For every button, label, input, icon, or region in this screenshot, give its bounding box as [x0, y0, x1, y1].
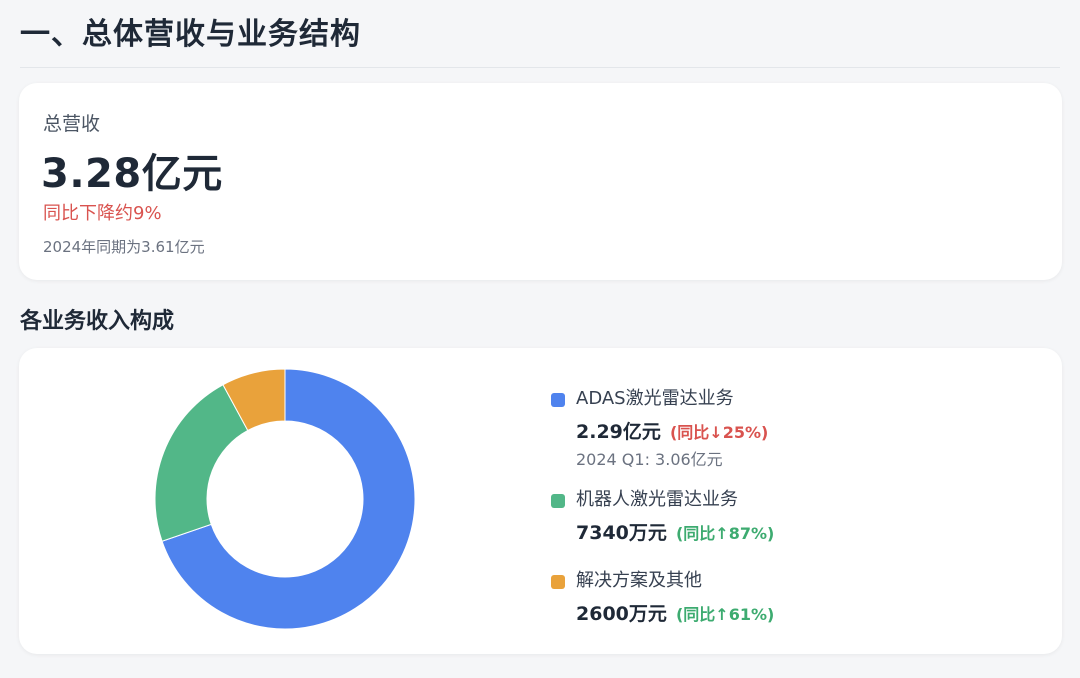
chart-legend: ADAS激光雷达业务 2.29亿元 (同比↓25%) 2024 Q1: 3.06… — [551, 384, 1031, 631]
legend-change-solutions: (同比↑61%) — [675, 605, 775, 624]
total-revenue-card: 总营收 3.28亿元 同比下降约9% 2024年同期为3.61亿元 — [19, 83, 1062, 280]
legend-item-solutions: 解决方案及其他 2600万元 (同比↑61%) — [551, 566, 1031, 631]
legend-item-adas: ADAS激光雷达业务 2.29亿元 (同比↓25%) 2024 Q1: 3.06… — [551, 384, 1031, 471]
title-divider — [20, 67, 1060, 68]
legend-value-robot: 7340万元 — [576, 522, 667, 544]
revenue-composition-card: ADAS激光雷达业务 2.29亿元 (同比↓25%) 2024 Q1: 3.06… — [19, 348, 1062, 654]
legend-name-robot: 机器人激光雷达业务 — [576, 489, 738, 510]
total-revenue-compare: 2024年同期为3.61亿元 — [43, 238, 205, 256]
legend-value-solutions: 2600万元 — [576, 603, 667, 625]
page-title: 一、总体营收与业务结构 — [20, 17, 361, 52]
legend-change-adas: (同比↓25%) — [669, 423, 769, 442]
legend-change-robot: (同比↑87%) — [675, 524, 775, 543]
composition-title: 各业务收入构成 — [20, 309, 175, 334]
legend-prev-adas: 2024 Q1: 3.06亿元 — [576, 450, 723, 469]
total-revenue-label: 总营收 — [43, 113, 101, 135]
total-revenue-change: 同比下降约9% — [43, 203, 162, 224]
legend-name-adas: ADAS激光雷达业务 — [576, 388, 734, 409]
legend-swatch-adas — [551, 393, 565, 407]
legend-value-adas: 2.29亿元 — [576, 421, 661, 443]
legend-item-robot: 机器人激光雷达业务 7340万元 (同比↑87%) — [551, 485, 1031, 550]
legend-name-solutions: 解决方案及其他 — [576, 570, 702, 591]
legend-swatch-solutions — [551, 575, 565, 589]
donut-slice-robot — [154, 384, 249, 542]
revenue-donut-chart — [154, 368, 416, 630]
total-revenue-value: 3.28亿元 — [41, 151, 223, 197]
legend-swatch-robot — [551, 494, 565, 508]
